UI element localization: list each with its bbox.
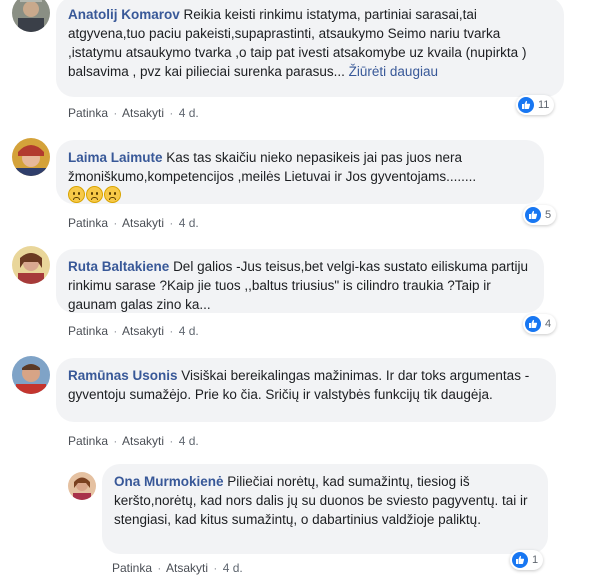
- comment-bubble: Laima Laimute Kas tas skaičiu nieko nepa…: [56, 140, 544, 204]
- crying-face-emoji: [68, 186, 85, 203]
- comment-actions: Patinka · Atsakyti · 4 d.: [112, 561, 243, 575]
- avatar[interactable]: [12, 246, 50, 284]
- comment-author[interactable]: Ona Murmokienė: [114, 474, 224, 489]
- reaction-number: 4: [545, 318, 552, 330]
- timestamp[interactable]: 4 d.: [179, 324, 199, 338]
- like-link[interactable]: Patinka: [112, 561, 152, 575]
- see-more-link[interactable]: Žiūrėti daugiau: [349, 64, 438, 79]
- separator: ·: [169, 106, 174, 120]
- thumbs-up-icon: [525, 316, 541, 332]
- separator: ·: [169, 324, 174, 338]
- comment-bubble: Ruta Baltakiene Del galios -Jus teisus,b…: [56, 249, 544, 313]
- reaction-count[interactable]: 11: [516, 95, 555, 115]
- reply-link[interactable]: Atsakyti: [122, 106, 164, 120]
- separator: ·: [213, 561, 218, 575]
- separator: ·: [169, 216, 174, 230]
- comment-bubble: Anatolij Komarov Reikia keisti rinkimu i…: [56, 0, 564, 97]
- like-link[interactable]: Patinka: [68, 324, 108, 338]
- separator: ·: [113, 324, 118, 338]
- thumbs-up-icon: [512, 552, 528, 568]
- timestamp[interactable]: 4 d.: [179, 106, 199, 120]
- separator: ·: [113, 106, 118, 120]
- reply-link[interactable]: Atsakyti: [166, 561, 208, 575]
- reaction-number: 11: [538, 99, 550, 111]
- comment-bubble: Ona Murmokienė Piliečiai norėtų, kad sum…: [102, 464, 548, 554]
- avatar[interactable]: [12, 0, 50, 32]
- reaction-count[interactable]: 5: [523, 205, 557, 225]
- separator: ·: [157, 561, 162, 575]
- reply-link[interactable]: Atsakyti: [122, 216, 164, 230]
- crying-face-emoji: [104, 186, 121, 203]
- comment-bubble: Ramūnas Usonis Visiškai bereikalingas ma…: [56, 358, 556, 422]
- comment-author[interactable]: Ramūnas Usonis: [68, 368, 178, 383]
- thumbs-up-icon: [525, 207, 541, 223]
- avatar[interactable]: [68, 472, 96, 500]
- thumbs-up-icon: [518, 97, 534, 113]
- comment-actions: Patinka · Atsakyti · 4 d.: [68, 216, 199, 230]
- crying-face-emoji: [86, 186, 103, 203]
- separator: ·: [113, 434, 118, 448]
- comment-actions: Patinka · Atsakyti · 4 d.: [68, 324, 199, 338]
- like-link[interactable]: Patinka: [68, 106, 108, 120]
- reaction-count[interactable]: 1: [510, 550, 544, 570]
- comment-author[interactable]: Ruta Baltakiene: [68, 259, 169, 274]
- separator: ·: [113, 216, 118, 230]
- avatar[interactable]: [12, 138, 50, 176]
- timestamp[interactable]: 4 d.: [223, 561, 243, 575]
- comment-author[interactable]: Laima Laimute: [68, 150, 163, 165]
- reaction-number: 5: [545, 209, 552, 221]
- reaction-number: 1: [532, 554, 539, 566]
- avatar[interactable]: [12, 356, 50, 394]
- separator: ·: [169, 434, 174, 448]
- like-link[interactable]: Patinka: [68, 434, 108, 448]
- timestamp[interactable]: 4 d.: [179, 434, 199, 448]
- like-link[interactable]: Patinka: [68, 216, 108, 230]
- reply-link[interactable]: Atsakyti: [122, 324, 164, 338]
- comment-actions: Patinka · Atsakyti · 4 d.: [68, 106, 199, 120]
- reply-link[interactable]: Atsakyti: [122, 434, 164, 448]
- reaction-count[interactable]: 4: [523, 314, 557, 334]
- timestamp[interactable]: 4 d.: [179, 216, 199, 230]
- comment-author[interactable]: Anatolij Komarov: [68, 7, 180, 22]
- comment-actions: Patinka · Atsakyti · 4 d.: [68, 434, 199, 448]
